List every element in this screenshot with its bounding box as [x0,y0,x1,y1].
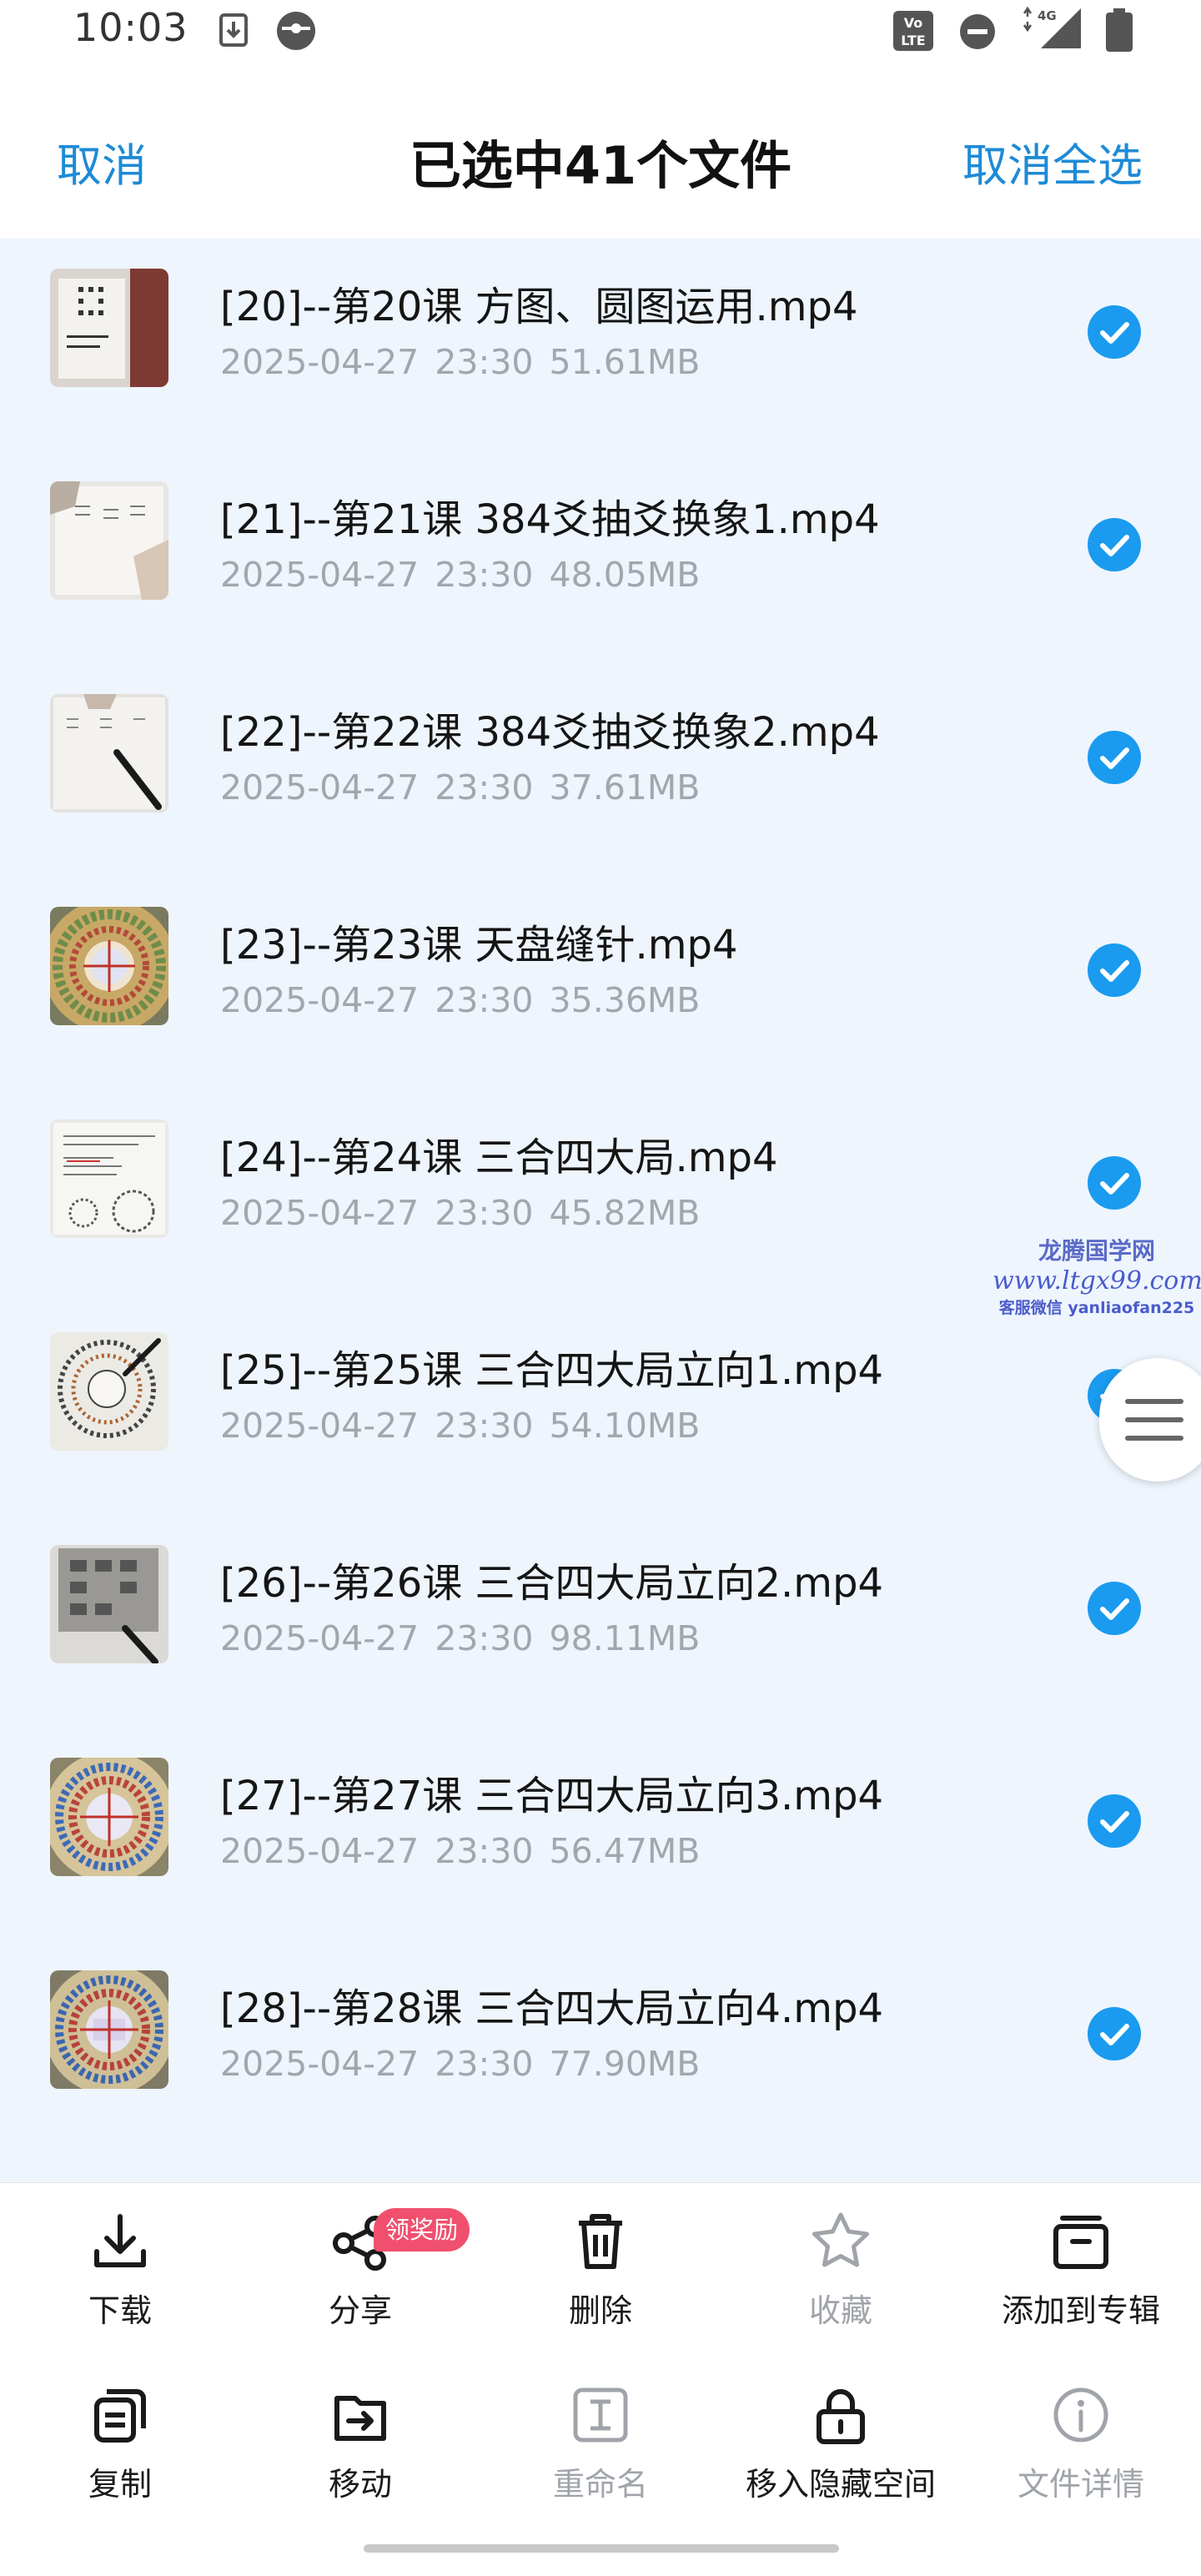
add-to-album-label: 添加到专辑 [1001,2292,1160,2329]
selected-check-icon[interactable] [1088,518,1141,571]
file-row[interactable]: [20]--第20课 方图、圆图运用.mp4 2025-04-27 23:30 … [0,239,1201,451]
file-name: [24]--第24课 三合四大局.mp4 [220,1135,778,1181]
file-meta: 2025-04-27 23:30 37.61MB [220,767,701,808]
file-row[interactable]: [27]--第27课 三合四大局立向3.mp4 2025-04-27 23:30… [0,1728,1201,1940]
home-indicator[interactable] [364,2544,839,2553]
file-name: [27]--第27课 三合四大局立向3.mp4 [220,1773,884,1819]
video-thumbnail [50,269,168,387]
move-to-hidden-space-button[interactable]: 移入隐藏空间 [721,2357,961,2523]
copy-label: 复制 [88,2466,152,2503]
file-details-button[interactable]: 文件详情 [961,2357,1201,2523]
copy-button[interactable]: 复制 [0,2357,240,2523]
file-row[interactable]: [22]--第22课 384爻抽爻换象2.mp4 2025-04-27 23:3… [0,664,1201,877]
copy-icon [94,2389,146,2443]
rename-icon [573,2387,628,2443]
star-icon [812,2212,869,2267]
watermark: 龙腾国学网 www.ltgx99.com 客服微信 yanliaofan225 [992,1233,1201,1318]
watermark-title: 龙腾国学网 [1038,1237,1155,1265]
file-name: [28]--第28课 三合四大局立向4.mp4 [220,1985,884,2032]
file-meta: 2025-04-27 23:30 98.11MB [220,1618,701,1658]
album-icon [1053,2216,1108,2269]
file-meta: 2025-04-27 23:30 54.10MB [220,1406,701,1446]
video-thumbnail [50,1545,168,1663]
svg-text:4G: 4G [1038,8,1057,23]
share-label: 分享 [328,2292,392,2329]
video-thumbnail [50,1332,168,1451]
watermark-contact: 客服微信 yanliaofan225 [998,1299,1195,1317]
svg-text:Vo: Vo [904,15,923,31]
file-details-label: 文件详情 [1017,2466,1144,2503]
file-name: [25]--第25课 三合四大局立向1.mp4 [220,1347,884,1394]
reward-badge[interactable]: 领奖励 [374,2208,470,2251]
pokeball-icon [275,10,317,55]
download-label: 下载 [88,2292,152,2329]
video-thumbnail [50,907,168,1025]
file-row[interactable]: [21]--第21课 384爻抽爻换象1.mp4 2025-04-27 23:3… [0,451,1201,664]
move-button[interactable]: 移动 [240,2357,480,2523]
file-row[interactable]: [23]--第23课 天盘缝针.mp4 2025-04-27 23:30 35.… [0,877,1201,1089]
delete-button[interactable]: 删除 [480,2183,721,2350]
file-name: [26]--第26课 三合四大局立向2.mp4 [220,1560,884,1607]
battery-icon [1103,7,1136,57]
selected-check-icon[interactable] [1088,1582,1141,1635]
file-name: [20]--第20课 方图、圆图运用.mp4 [220,284,858,330]
hamburger-icon [1125,1399,1183,1441]
file-meta: 2025-04-27 23:30 56.47MB [220,1831,701,1871]
selection-header: 取消 已选中41个文件 取消全选 [0,63,1201,239]
selected-check-icon[interactable] [1088,1794,1141,1848]
bottom-toolbar: 下载 分享 领奖励 删除 收藏 添加到专辑 复制 移动 重命名 移入隐藏空间 文… [0,2182,1201,2576]
favorite-button[interactable]: 收藏 [721,2183,961,2350]
file-row[interactable]: [26]--第26课 三合四大局立向2.mp4 2025-04-27 23:30… [0,1515,1201,1728]
file-meta: 2025-04-27 23:30 77.90MB [220,2044,701,2084]
status-bar: 10:03 Vo LTE 4G [0,0,1201,63]
floating-menu-button[interactable] [1099,1358,1201,1482]
do-not-disturb-icon [959,13,996,53]
video-thumbnail [50,694,168,813]
selected-check-icon[interactable] [1088,731,1141,784]
download-button[interactable]: 下载 [0,2183,240,2350]
file-list[interactable]: [20]--第20课 方图、圆图运用.mp4 2025-04-27 23:30 … [0,239,1201,2182]
move-to-hidden-space-label: 移入隐藏空间 [745,2466,936,2503]
file-name: [21]--第21课 384爻抽爻换象1.mp4 [220,496,880,543]
video-thumbnail [50,1758,168,1876]
deselect-all-button[interactable]: 取消全选 [962,128,1143,194]
add-to-album-button[interactable]: 添加到专辑 [961,2183,1201,2350]
volte-icon: Vo LTE [892,10,934,55]
file-meta: 2025-04-27 23:30 48.05MB [220,555,701,595]
status-time: 10:03 [73,5,188,50]
move-icon [334,2396,386,2441]
trash-icon [579,2214,622,2269]
video-thumbnail [50,481,168,600]
delete-label: 删除 [568,2292,632,2329]
file-name: [22]--第22课 384爻抽爻换象2.mp4 [220,709,880,756]
file-row[interactable]: [28]--第28课 三合四大局立向4.mp4 2025-04-27 23:30… [0,1940,1201,2153]
selected-check-icon[interactable] [1088,1156,1141,1210]
file-meta: 2025-04-27 23:30 35.36MB [220,980,701,1020]
file-meta: 2025-04-27 23:30 51.61MB [220,342,701,382]
favorite-label: 收藏 [808,2292,872,2329]
rename-button[interactable]: 重命名 [480,2357,721,2523]
rename-label: 重命名 [552,2466,648,2503]
video-thumbnail [50,1119,168,1238]
lock-icon [817,2389,865,2444]
download-notification-icon [219,10,249,52]
selected-check-icon[interactable] [1088,305,1141,359]
file-name: [23]--第23课 天盘缝针.mp4 [220,922,738,969]
selected-check-icon[interactable] [1088,943,1141,997]
file-row[interactable]: [25]--第25课 三合四大局立向1.mp4 2025-04-27 23:30… [0,1302,1201,1515]
video-thumbnail [50,1970,168,2089]
download-icon [94,2214,146,2267]
watermark-url: www.ltgx99.com [992,1266,1201,1296]
svg-text:LTE: LTE [901,33,925,48]
move-label: 移动 [328,2466,392,2503]
signal-icon: 4G [1019,5,1083,55]
selected-check-icon[interactable] [1088,2007,1141,2060]
file-meta: 2025-04-27 23:30 45.82MB [220,1193,701,1233]
info-icon [1053,2387,1108,2443]
